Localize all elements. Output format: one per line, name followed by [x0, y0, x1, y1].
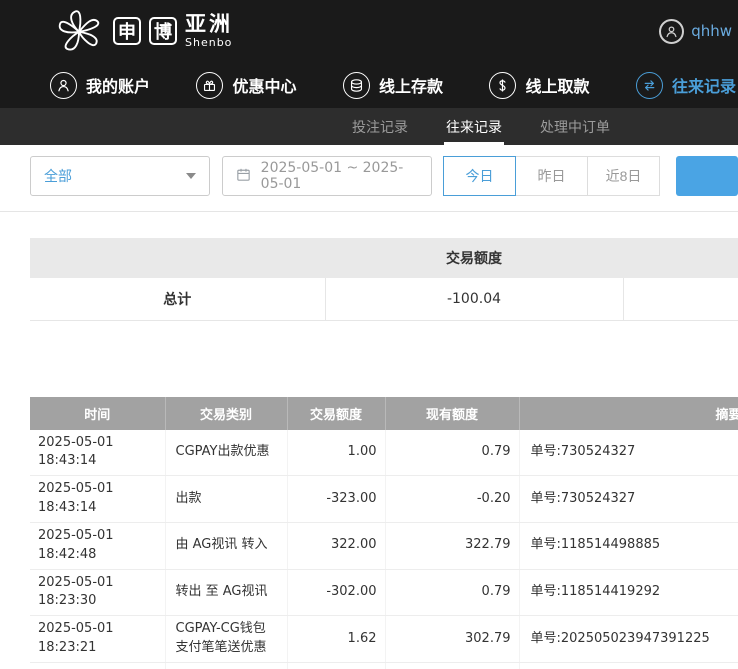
column-header-time: 时间 — [30, 397, 165, 430]
cell-type: CGPAY支付 — [165, 662, 287, 669]
brand-char-bo: 博 — [149, 17, 177, 45]
account-menu[interactable]: qhhw — [659, 19, 732, 44]
cell-amount: -302.00 — [287, 569, 385, 616]
transaction-row: 2025-05-01 18:23:30 转出 至 AG视讯 -302.00 0.… — [30, 569, 738, 616]
cell-time: 2025-05-01 18:23:21 — [30, 616, 165, 663]
transaction-row: 2025-05-01 18:43:14 出款 -323.00 -0.20 单号:… — [30, 476, 738, 523]
transaction-row: 2025-05-01 18:43:14 CGPAY出款优惠 1.00 0.79 … — [30, 430, 738, 476]
transactions-header-row: 时间 交易类别 交易额度 现有额度 摘要 — [30, 397, 738, 430]
cell-type: 出款 — [165, 476, 287, 523]
records-icon — [636, 72, 663, 99]
summary-header-empty — [623, 238, 738, 278]
main-navigation: 我的账户 优惠中心 线上存款 线上取款 往来记录 — [0, 62, 738, 108]
cell-type: 由 AG视讯 转入 — [165, 522, 287, 569]
withdraw-icon — [489, 72, 516, 99]
cell-time: 2025-05-01 18:43:14 — [30, 476, 165, 523]
nav-label: 我的账户 — [86, 73, 150, 97]
transactions-table: 时间 交易类别 交易额度 现有额度 摘要 2025-05-01 18:43:14… — [30, 397, 738, 669]
transaction-row: 2025-05-01 18:23:21 CGPAY支付 270.00 301.1… — [30, 662, 738, 669]
column-header-type: 交易类别 — [165, 397, 287, 430]
cell-type: CGPAY出款优惠 — [165, 430, 287, 476]
sub-navigation: 投注记录 往来记录 处理中订单 — [0, 108, 738, 145]
top-header: 申 博 亚洲 Shenbo qhhw — [0, 0, 738, 62]
cell-balance: 0.79 — [385, 430, 519, 476]
nav-label: 线上取款 — [525, 73, 589, 97]
section-divider — [0, 211, 738, 212]
cell-amount: 1.62 — [287, 616, 385, 663]
brand-flower-icon — [53, 8, 105, 54]
nav-label: 线上存款 — [379, 73, 443, 97]
transactions-body: 2025-05-01 18:43:14 CGPAY出款优惠 1.00 0.79 … — [30, 430, 738, 669]
brand-logo: 申 博 亚洲 Shenbo — [53, 8, 235, 54]
nav-label: 优惠中心 — [232, 73, 296, 97]
cell-balance: 301.17 — [385, 662, 519, 669]
brand-name-en: Shenbo — [185, 36, 235, 49]
column-header-note: 摘要 — [519, 397, 738, 430]
brand-char-shen: 申 — [113, 17, 141, 45]
nav-item-withdraw[interactable]: 线上取款 — [489, 72, 589, 99]
cell-amount: -323.00 — [287, 476, 385, 523]
summary-total-row: 总计 -100.04 — [30, 278, 738, 320]
today-button[interactable]: 今日 — [443, 156, 516, 196]
filter-bar: 全部 2025-05-01 ~ 2025-05-01 今日 昨日 近8日 — [0, 145, 738, 196]
cell-note: 单号:730524327 — [519, 476, 738, 523]
cell-time: 2025-05-01 18:42:48 — [30, 522, 165, 569]
tab-transaction-records[interactable]: 往来记录 — [444, 108, 504, 145]
cell-note: 单号:202505023947391225 — [519, 616, 738, 663]
nav-item-promotions[interactable]: 优惠中心 — [196, 72, 296, 99]
tab-processing-orders[interactable]: 处理中订单 — [538, 108, 612, 145]
chevron-down-icon — [186, 173, 196, 179]
account-icon — [659, 19, 684, 44]
deposit-icon — [343, 72, 370, 99]
gift-icon — [196, 72, 223, 99]
cell-type: CGPAY-CG钱包支付笔笔送优惠 — [165, 616, 287, 663]
summary-total-value: -100.04 — [325, 278, 623, 320]
quick-range-group: 今日 昨日 近8日 — [444, 156, 660, 196]
cell-balance: 322.79 — [385, 522, 519, 569]
last-8-days-button[interactable]: 近8日 — [587, 156, 660, 196]
cell-amount: 1.00 — [287, 430, 385, 476]
cell-note: 单号:730524327 — [519, 430, 738, 476]
transaction-row: 2025-05-01 18:23:21 CGPAY-CG钱包支付笔笔送优惠 1.… — [30, 616, 738, 663]
column-header-amount: 交易额度 — [287, 397, 385, 430]
cell-note: 单号:118514419292 — [519, 569, 738, 616]
nav-item-deposit[interactable]: 线上存款 — [343, 72, 443, 99]
summary-empty-cell — [623, 278, 738, 320]
cell-amount: 322.00 — [287, 522, 385, 569]
nav-label: 往来记录 — [672, 73, 736, 97]
summary-header-amount: 交易额度 — [325, 238, 623, 278]
calendar-icon — [235, 166, 252, 187]
cell-note: 单号:118514498885 — [519, 522, 738, 569]
cell-time: 2025-05-01 18:43:14 — [30, 430, 165, 476]
cell-note: 单号:202505023947391225 — [519, 662, 738, 669]
cell-amount: 270.00 — [287, 662, 385, 669]
cell-time: 2025-05-01 18:23:30 — [30, 569, 165, 616]
transaction-row: 2025-05-01 18:42:48 由 AG视讯 转入 322.00 322… — [30, 522, 738, 569]
type-filter-value: 全部 — [44, 166, 72, 186]
date-range-input[interactable]: 2025-05-01 ~ 2025-05-01 — [222, 156, 432, 196]
summary-table: 交易额度 总计 -100.04 — [30, 238, 738, 321]
nav-item-my-account[interactable]: 我的账户 — [50, 72, 150, 99]
date-range-value: 2025-05-01 ~ 2025-05-01 — [261, 160, 419, 192]
yesterday-button[interactable]: 昨日 — [515, 156, 588, 196]
cell-balance: -0.20 — [385, 476, 519, 523]
nav-item-transaction-records[interactable]: 往来记录 — [636, 72, 736, 99]
summary-header-empty — [30, 238, 325, 278]
cell-balance: 0.79 — [385, 569, 519, 616]
column-header-balance: 现有额度 — [385, 397, 519, 430]
tab-betting-records[interactable]: 投注记录 — [350, 108, 410, 145]
summary-total-label: 总计 — [30, 278, 325, 320]
username: qhhw — [691, 22, 732, 40]
user-icon — [50, 72, 77, 99]
type-filter-select[interactable]: 全部 — [30, 156, 210, 196]
cell-balance: 302.79 — [385, 616, 519, 663]
cell-type: 转出 至 AG视讯 — [165, 569, 287, 616]
cell-time: 2025-05-01 18:23:21 — [30, 662, 165, 669]
summary-header-row: 交易额度 — [30, 238, 738, 278]
brand-region: 亚洲 — [185, 13, 235, 36]
search-button[interactable] — [676, 156, 738, 196]
